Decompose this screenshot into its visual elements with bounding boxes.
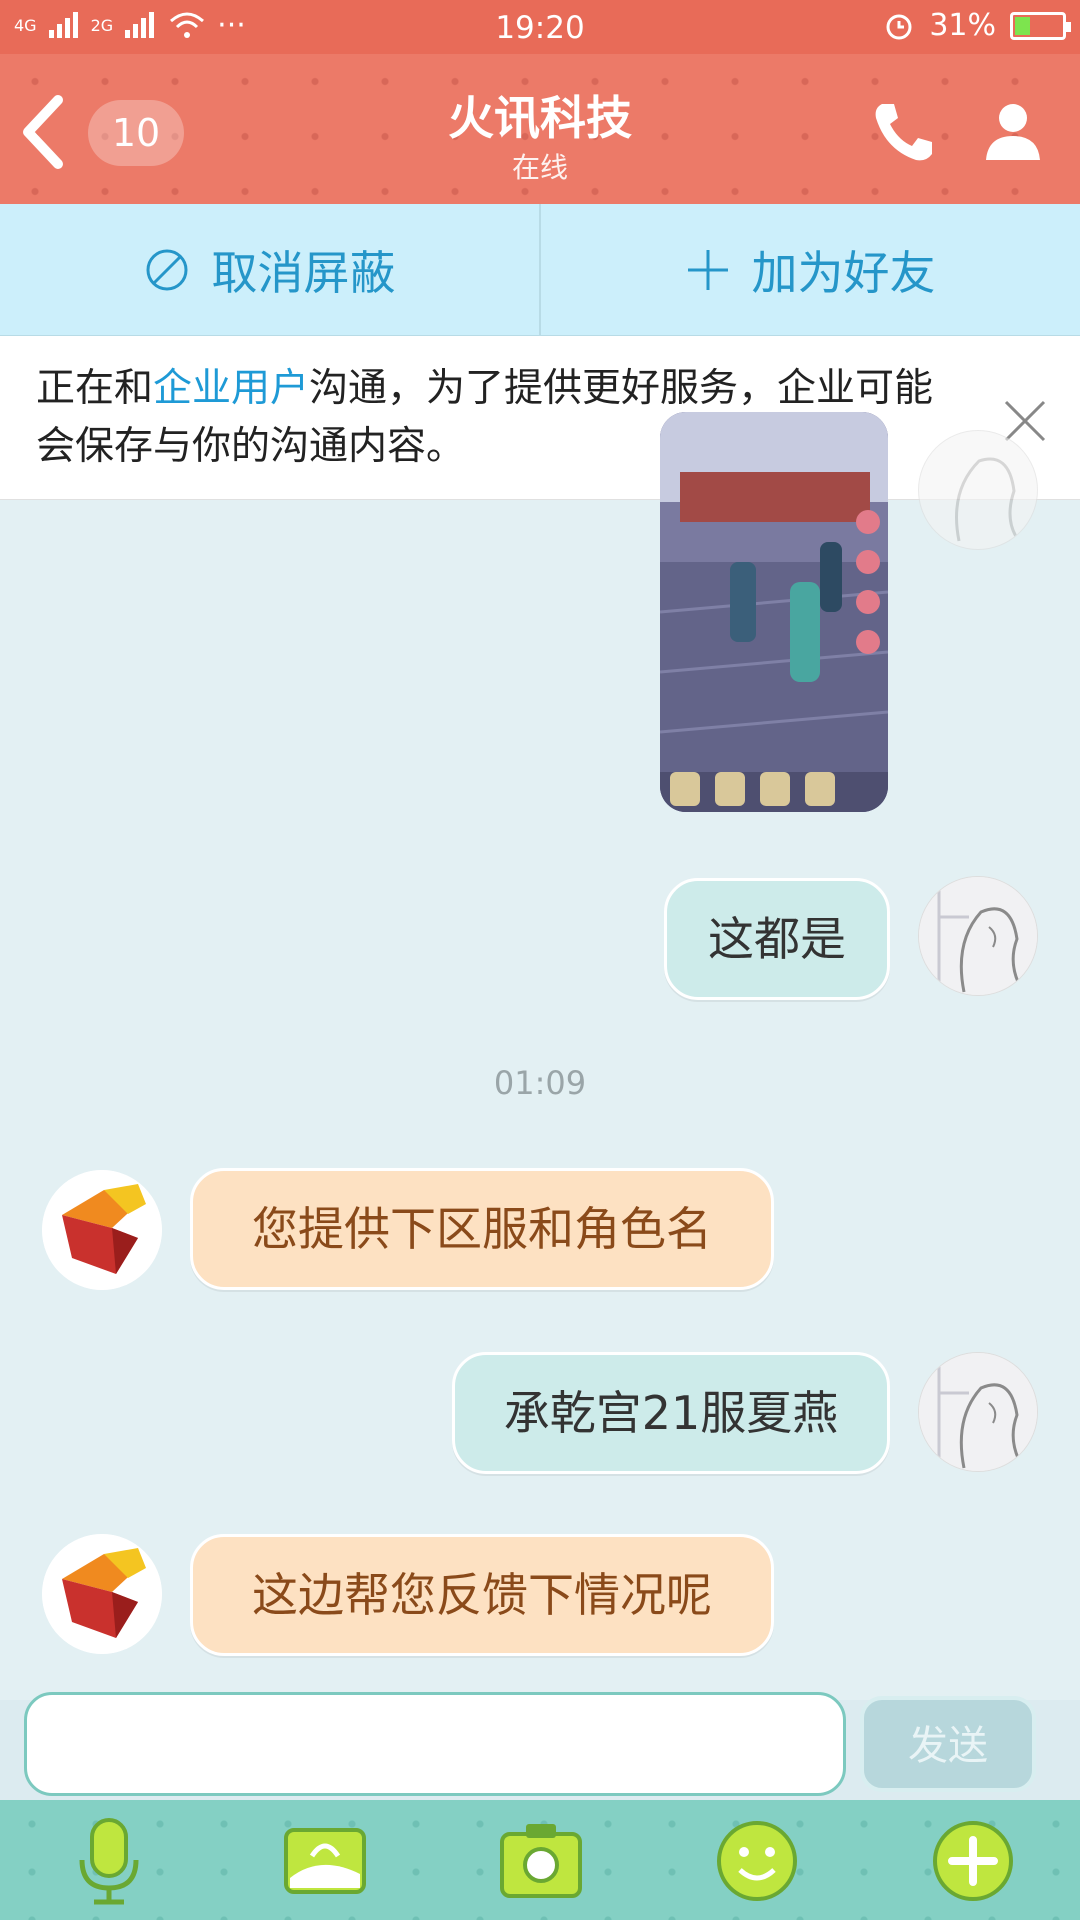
avatar[interactable] xyxy=(42,1534,162,1654)
enterprise-notice: 正在和企业用户沟通，为了提供更好服务，企业可能会保存与你的沟通内容。 xyxy=(0,336,1080,500)
message-input[interactable] xyxy=(24,1692,846,1796)
message-text: 这都是 xyxy=(708,912,846,966)
timestamp: 01:09 xyxy=(493,1064,587,1102)
camera-icon[interactable] xyxy=(496,1816,586,1906)
plus-icon xyxy=(687,249,728,290)
status-bar: 4G 2G ··· 19:20 31% xyxy=(0,0,1080,54)
incoming-message[interactable]: 这边帮您反馈下情况呢 xyxy=(190,1534,774,1656)
outgoing-message[interactable]: 这都是 xyxy=(664,878,890,1000)
plus-icon[interactable] xyxy=(928,1816,1018,1906)
unblock-button[interactable]: 取消屏蔽 xyxy=(0,204,541,335)
message-text: 承乾宫21服夏燕 xyxy=(503,1386,839,1440)
phone-icon[interactable] xyxy=(868,96,938,166)
message-text: 这边帮您反馈下情况呢 xyxy=(252,1568,712,1622)
gallery-icon[interactable] xyxy=(280,1816,370,1906)
image-message[interactable] xyxy=(660,412,888,812)
chat-message-list[interactable]: 这都是 01:09 您提供下区服和角色名 承乾宫21服夏燕 这边帮您反馈下情况呢 xyxy=(0,412,1080,1700)
emoji-icon[interactable] xyxy=(712,1816,802,1906)
avatar[interactable] xyxy=(42,1170,162,1290)
alarm-icon xyxy=(886,14,912,39)
message-text: 您提供下区服和角色名 xyxy=(252,1202,712,1256)
input-toolbar xyxy=(0,1800,1080,1920)
send-button[interactable]: 发送 xyxy=(860,1696,1036,1792)
enterprise-user-link[interactable]: 企业用户 xyxy=(153,366,309,411)
notice-text-before: 正在和 xyxy=(36,366,154,411)
microphone-icon[interactable] xyxy=(64,1816,154,1906)
stranger-action-bar: 取消屏蔽 加为好友 xyxy=(0,204,1080,336)
status-right: 31% xyxy=(883,8,1071,43)
avatar[interactable] xyxy=(918,430,1038,550)
add-friend-label: 加为好友 xyxy=(751,245,936,300)
unblock-label: 取消屏蔽 xyxy=(211,245,396,300)
add-friend-button[interactable]: 加为好友 xyxy=(541,204,1080,335)
incoming-message[interactable]: 您提供下区服和角色名 xyxy=(190,1168,774,1290)
profile-icon[interactable] xyxy=(978,96,1048,166)
game-screenshot-image xyxy=(660,412,888,812)
outgoing-message[interactable]: 承乾宫21服夏燕 xyxy=(452,1352,890,1474)
avatar[interactable] xyxy=(918,876,1038,996)
block-icon xyxy=(146,249,187,290)
battery-icon xyxy=(1010,11,1071,40)
chat-header: 10 火讯科技 在线 xyxy=(0,54,1080,204)
avatar[interactable] xyxy=(918,1352,1038,1472)
battery-percent: 31% xyxy=(929,8,996,43)
